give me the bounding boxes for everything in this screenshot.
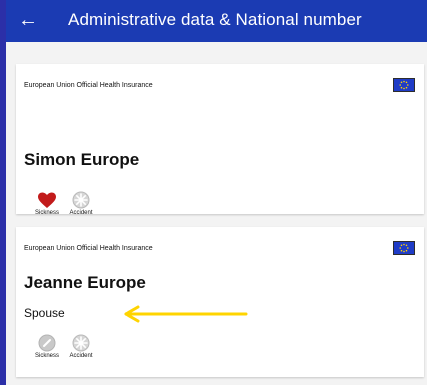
accident-icon [58, 334, 104, 352]
back-button[interactable]: ← [16, 8, 40, 32]
relation-label: Spouse [24, 306, 65, 320]
accident-label: Accident [69, 353, 93, 359]
arrow-left-icon: ← [18, 9, 38, 31]
insurance-card-jeanne[interactable]: European Union Official Health Insurance [16, 227, 424, 377]
page-title: Administrative data & National number [68, 10, 362, 29]
insurance-name: European Union Official Health Insurance [24, 245, 153, 252]
content-area: European Union Official Health Insurance [6, 42, 427, 385]
coverage-accident[interactable]: Accident [58, 334, 104, 359]
person-name: Simon Europe [24, 150, 140, 169]
insurance-name: European Union Official Health Insurance [24, 82, 153, 89]
insurance-card-simon[interactable]: European Union Official Health Insurance [16, 64, 424, 216]
coverage-accident[interactable]: Accident [58, 191, 104, 216]
accident-icon [58, 191, 104, 209]
app-header: ← Administrative data & National number [6, 0, 427, 42]
coverage-icons: Sickness Accident [24, 191, 144, 222]
app-frame: ← Administrative data & National number … [0, 0, 427, 385]
yellow-arrow-annotation [108, 305, 248, 323]
accident-label: Accident [69, 210, 93, 216]
person-name: Jeanne Europe [24, 273, 146, 292]
coverage-icons: Sickness Accident [24, 334, 144, 365]
eu-flag-icon [393, 241, 415, 255]
eu-flag-icon [393, 78, 415, 92]
